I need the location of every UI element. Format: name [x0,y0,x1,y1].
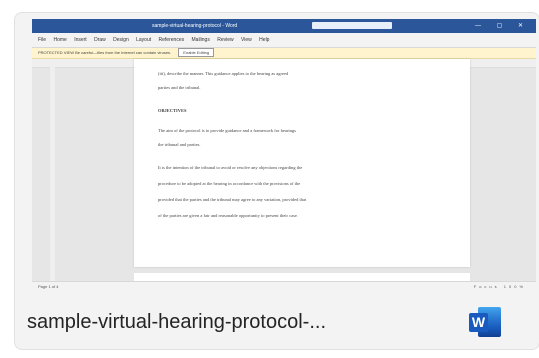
page-text-line: provided that the parties and the tribun… [158,197,307,202]
page-heading: OBJECTIVES [158,108,187,113]
preview-menubar: File Home Insert Draw Design Layout Refe… [32,33,536,48]
protected-view-bar: PROTECTED VIEW Be careful—files from the… [32,48,536,59]
status-zoom: Focus 100% [473,284,526,289]
menu-item: References [158,37,185,43]
menu-item: Review [217,37,234,43]
menu-item: Insert [74,37,87,43]
menu-item: Draw [94,37,106,43]
menu-item: Home [53,37,67,43]
preview-statusbar: Page 1 of 4 Focus 100% [32,281,536,291]
word-icon: W [469,306,501,338]
menu-item: Mailings [191,37,210,43]
document-page: (iii), describe the manner. This guidanc… [134,59,470,267]
page-text-line: It is the intention of the tribunal to a… [158,165,303,170]
page-text-line: parties and the tribunal. [158,85,201,90]
page-text-line: (iii), describe the manner. This guidanc… [158,71,289,76]
preview-window-title: sample-virtual-hearing-protocol - Word [152,23,238,29]
menu-item: File [38,37,47,43]
enable-editing-button: Enable Editing [178,48,215,57]
page-text-line: procedure to be adopted at the hearing i… [158,181,301,186]
menu-item: View [241,37,252,43]
infobar-text: PROTECTED VIEW Be careful—files from the… [38,50,172,55]
menu-item: Design [113,37,129,43]
menu-item: Layout [136,37,152,43]
file-name[interactable]: sample-virtual-hearing-protocol-... [27,305,326,339]
page-text-line: The aim of the protocol is to provide gu… [158,128,296,133]
preview-titlebar: sample-virtual-hearing-protocol - Word —… [32,19,536,33]
page-text-line: the tribunal and parties. [158,142,201,147]
status-page-count: Page 1 of 4 [38,284,59,289]
preview-search-box [312,22,392,29]
document-preview: sample-virtual-hearing-protocol - Word —… [32,19,536,291]
vertical-ruler [50,67,55,287]
window-controls-icon: — ▢ ✕ [474,23,530,29]
file-card[interactable]: sample-virtual-hearing-protocol - Word —… [14,12,539,350]
page-text-line: of the parties are given a fair and reas… [158,213,298,218]
word-icon-letter: W [469,313,488,332]
menu-item: Help [259,37,270,43]
